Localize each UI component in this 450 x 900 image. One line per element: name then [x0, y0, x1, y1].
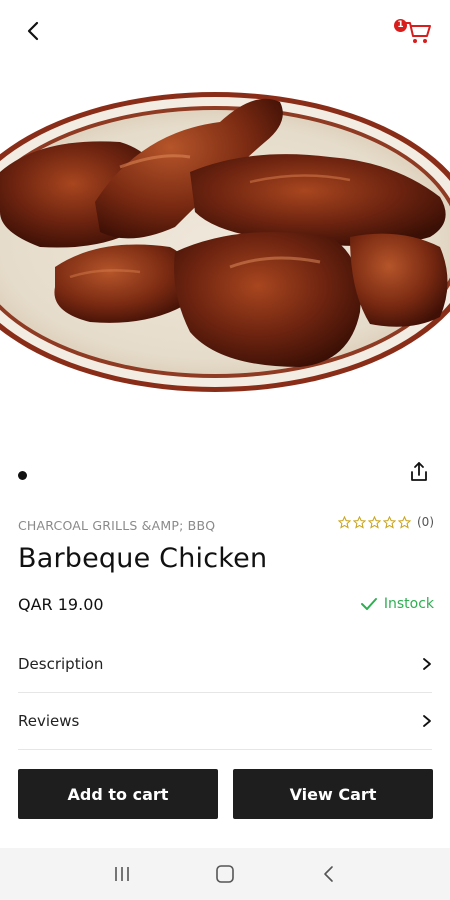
add-to-cart-button[interactable]: Add to cart: [18, 769, 218, 819]
product-price: QAR 19.00: [18, 595, 104, 614]
chevron-right-icon: [423, 658, 431, 670]
chevron-left-icon: [27, 21, 39, 41]
product-title: Barbeque Chicken: [18, 543, 268, 574]
stock-status-label: Instock: [383, 596, 434, 612]
recents-button[interactable]: [102, 854, 142, 894]
recents-icon: [114, 867, 129, 881]
system-nav-bar: [0, 848, 450, 900]
star-outline-icon: [398, 515, 411, 529]
cart-count-badge: 1: [394, 19, 407, 32]
description-row[interactable]: Description: [18, 636, 432, 693]
cart-button[interactable]: 1: [394, 14, 434, 48]
rating-stars: (0): [338, 515, 434, 529]
share-icon: [411, 462, 427, 481]
back-icon: [324, 866, 334, 882]
star-outline-icon: [368, 515, 381, 529]
home-icon: [216, 865, 234, 883]
description-label: Description: [18, 655, 104, 673]
back-button[interactable]: [18, 16, 48, 46]
star-outline-icon: [353, 515, 366, 529]
view-cart-button[interactable]: View Cart: [233, 769, 433, 819]
home-button[interactable]: [205, 854, 245, 894]
rating-count: (0): [417, 515, 434, 529]
star-outline-icon: [383, 515, 396, 529]
chevron-right-icon: [423, 715, 431, 727]
star-outline-icon: [338, 515, 351, 529]
carousel-indicator-active[interactable]: [18, 471, 27, 480]
stock-status: Instock: [360, 596, 434, 612]
reviews-row[interactable]: Reviews: [18, 693, 432, 750]
checkmark-icon: [360, 598, 377, 610]
top-bar: 1: [0, 0, 450, 62]
system-back-button[interactable]: [308, 854, 348, 894]
product-image[interactable]: [0, 62, 450, 447]
product-category: CHARCOAL GRILLS &AMP; BBQ: [18, 518, 216, 533]
reviews-label: Reviews: [18, 712, 80, 730]
share-button[interactable]: [406, 459, 432, 485]
